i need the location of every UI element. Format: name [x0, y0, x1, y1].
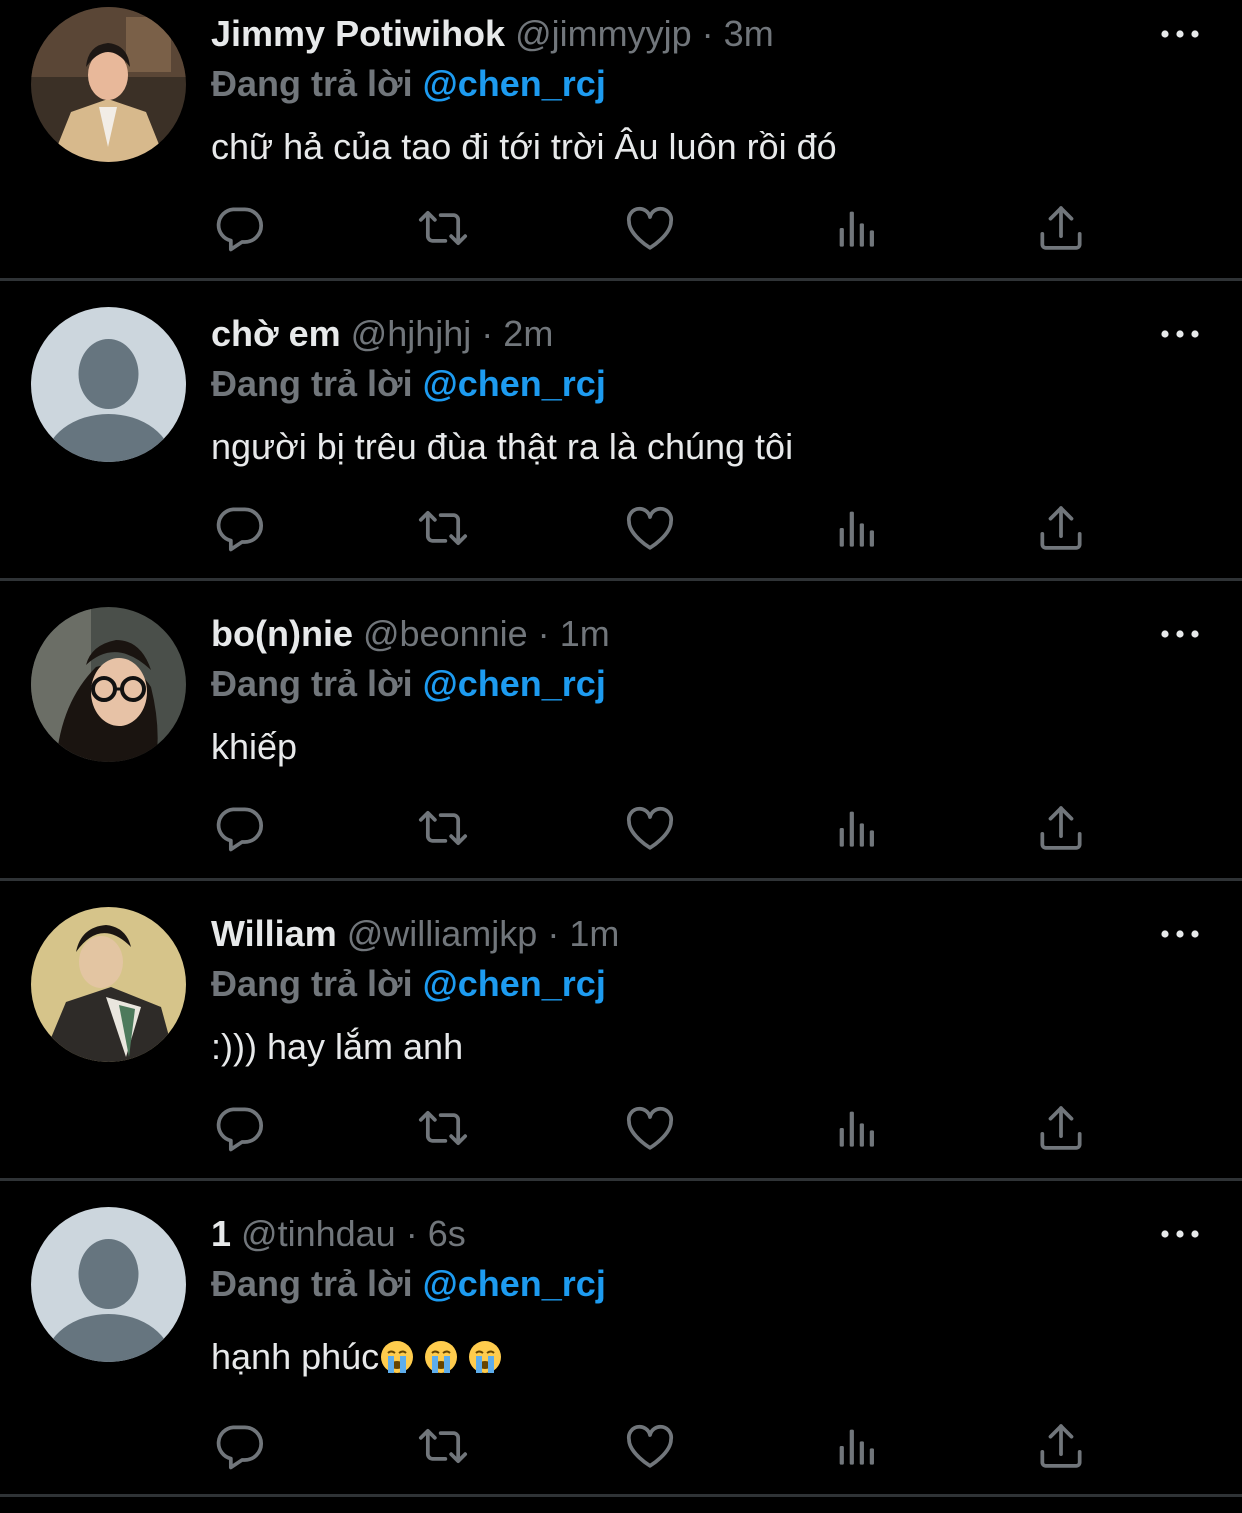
share-icon[interactable] [1033, 200, 1089, 256]
replying-to-handle[interactable]: @chen_rcj [423, 1263, 606, 1304]
crying-face-icon [379, 1339, 415, 1375]
user-handle[interactable]: @hjhjhj [351, 313, 472, 354]
timestamp[interactable]: 1m [560, 613, 610, 654]
reply-icon[interactable] [211, 200, 267, 256]
timestamp[interactable]: 1m [569, 913, 619, 954]
separator: · [405, 1213, 418, 1254]
tweet-meta: Jimmy Potiwihok @jimmyyjp · 3m [211, 12, 774, 56]
heart-icon[interactable] [622, 1100, 678, 1156]
replying-to-handle[interactable]: @chen_rcj [423, 363, 606, 404]
avatar[interactable] [31, 607, 186, 762]
display-name[interactable]: chờ em [211, 313, 341, 354]
views-icon[interactable] [828, 1418, 884, 1474]
replying-to-handle[interactable]: @chen_rcj [423, 663, 606, 704]
share-icon[interactable] [1033, 1418, 1089, 1474]
replying-to: Đang trả lời @chen_rcj [211, 362, 606, 406]
replying-to-label: Đang trả lời [211, 63, 413, 104]
views-icon[interactable] [828, 800, 884, 856]
replying-to-label: Đang trả lời [211, 363, 413, 404]
retweet-icon[interactable] [415, 200, 471, 256]
separator: · [481, 313, 494, 354]
tweet-text: khiếp [211, 726, 298, 767]
tweet-text: chữ hả của tao đi tới trời Âu luôn rồi đ… [211, 126, 837, 167]
avatar[interactable] [31, 1207, 186, 1362]
views-icon[interactable] [828, 1100, 884, 1156]
separator: · [547, 913, 560, 954]
avatar[interactable] [31, 907, 186, 1062]
replying-to: Đang trả lời @chen_rcj [211, 662, 606, 706]
reply-icon[interactable] [211, 1418, 267, 1474]
replying-to: Đang trả lời @chen_rcj [211, 1262, 606, 1306]
tweet[interactable]: 1 @tinhdau · 6s Đang trả lời @chen_rcj h… [0, 1200, 1242, 1513]
replying-to: Đang trả lời @chen_rcj [211, 62, 606, 106]
replying-to-label: Đang trả lời [211, 963, 413, 1004]
replying-to-handle[interactable]: @chen_rcj [423, 963, 606, 1004]
user-handle[interactable]: @beonnie [363, 613, 528, 654]
share-icon[interactable] [1033, 800, 1089, 856]
display-name[interactable]: Jimmy Potiwihok [211, 13, 505, 54]
tweet[interactable]: Jimmy Potiwihok @jimmyyjp · 3m Đang trả … [0, 0, 1242, 300]
retweet-icon[interactable] [415, 500, 471, 556]
timestamp[interactable]: 6s [428, 1213, 466, 1254]
user-handle[interactable]: @williamjkp [347, 913, 538, 954]
more-horizontal-icon[interactable] [1158, 320, 1202, 348]
replying-to-label: Đang trả lời [211, 1263, 413, 1304]
replying-to-label: Đang trả lời [211, 663, 413, 704]
tweet-meta: chờ em @hjhjhj · 2m [211, 312, 553, 356]
tweet-actions [211, 500, 1111, 556]
avatar[interactable] [31, 307, 186, 462]
separator: · [537, 613, 550, 654]
tweet-meta: bo(n)nie @beonnie · 1m [211, 612, 610, 656]
heart-icon[interactable] [622, 200, 678, 256]
retweet-icon[interactable] [415, 800, 471, 856]
tweet-text: hạnh phúc [211, 1334, 503, 1380]
tweet-actions [211, 200, 1111, 256]
tweet[interactable]: William @williamjkp · 1m Đang trả lời @c… [0, 900, 1242, 1200]
tweet-actions [211, 1418, 1111, 1474]
more-horizontal-icon[interactable] [1158, 20, 1202, 48]
tweet-meta: William @williamjkp · 1m [211, 912, 619, 956]
replying-to: Đang trả lời @chen_rcj [211, 962, 606, 1006]
tweet-meta: 1 @tinhdau · 6s [211, 1212, 466, 1256]
more-horizontal-icon[interactable] [1158, 920, 1202, 948]
user-handle[interactable]: @tinhdau [241, 1213, 396, 1254]
heart-icon[interactable] [622, 800, 678, 856]
more-horizontal-icon[interactable] [1158, 1220, 1202, 1248]
replying-to-handle[interactable]: @chen_rcj [423, 63, 606, 104]
separator: · [701, 13, 714, 54]
divider [0, 278, 1242, 281]
retweet-icon[interactable] [415, 1418, 471, 1474]
tweet-text-body: hạnh phúc [211, 1336, 380, 1377]
crying-face-icon [467, 1339, 503, 1375]
avatar[interactable] [31, 7, 186, 162]
share-icon[interactable] [1033, 500, 1089, 556]
timestamp[interactable]: 2m [503, 313, 553, 354]
retweet-icon[interactable] [415, 1100, 471, 1156]
display-name[interactable]: 1 [211, 1213, 231, 1254]
tweet-text: người bị trêu đùa thật ra là chúng tôi [211, 426, 794, 467]
share-icon[interactable] [1033, 1100, 1089, 1156]
reply-icon[interactable] [211, 1100, 267, 1156]
user-handle[interactable]: @jimmyyjp [515, 13, 692, 54]
tweet-text: :))) hay lắm anh [211, 1026, 464, 1067]
tweet[interactable]: chờ em @hjhjhj · 2m Đang trả lời @chen_r… [0, 300, 1242, 600]
reply-icon[interactable] [211, 800, 267, 856]
timestamp[interactable]: 3m [724, 13, 774, 54]
more-horizontal-icon[interactable] [1158, 620, 1202, 648]
display-name[interactable]: bo(n)nie [211, 613, 353, 654]
divider [0, 1494, 1242, 1497]
heart-icon[interactable] [622, 500, 678, 556]
divider [0, 878, 1242, 881]
views-icon[interactable] [828, 200, 884, 256]
heart-icon[interactable] [622, 1418, 678, 1474]
tweet-actions [211, 800, 1111, 856]
divider [0, 1178, 1242, 1181]
display-name[interactable]: William [211, 913, 337, 954]
divider [0, 578, 1242, 581]
tweet[interactable]: bo(n)nie @beonnie · 1m Đang trả lời @che… [0, 600, 1242, 900]
views-icon[interactable] [828, 500, 884, 556]
reply-icon[interactable] [211, 500, 267, 556]
crying-face-icon [423, 1339, 459, 1375]
tweet-actions [211, 1100, 1111, 1156]
